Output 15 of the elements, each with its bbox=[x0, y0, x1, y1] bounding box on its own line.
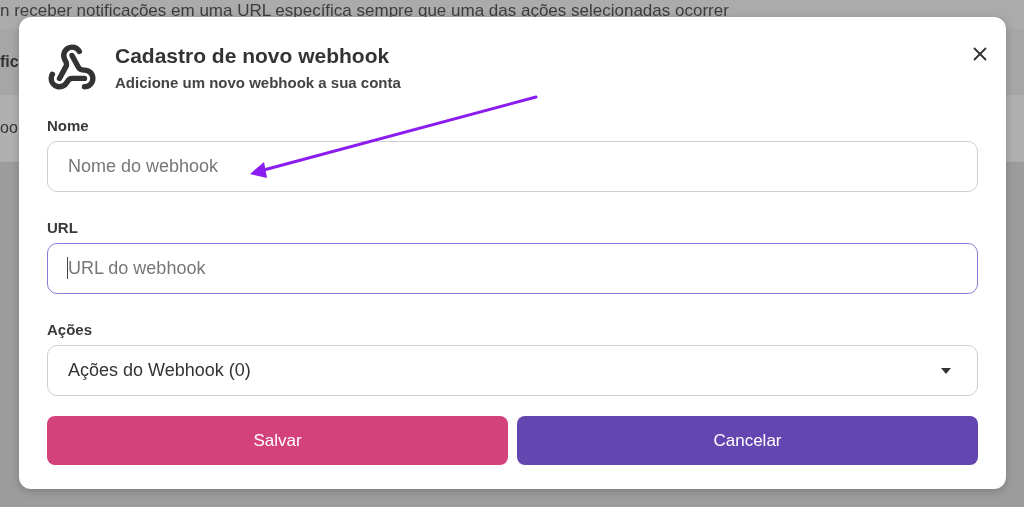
text-cursor bbox=[67, 257, 68, 279]
cancel-button[interactable]: Cancelar bbox=[517, 416, 978, 465]
select-field[interactable]: Ações do Webhook (0) bbox=[47, 345, 978, 396]
page-text: oo bbox=[0, 119, 18, 137]
field-label: URL bbox=[47, 219, 79, 236]
field-label: Ações bbox=[47, 321, 94, 338]
input-field[interactable]: Nome do webhook bbox=[47, 141, 978, 192]
dialog-title: Cadastro de novo webhook bbox=[115, 44, 391, 68]
field-label: Nome bbox=[47, 117, 90, 134]
dialog-subtitle: Adicione um novo webhook a sua conta bbox=[115, 74, 402, 91]
page-heading: fic bbox=[0, 53, 19, 71]
caret-down-icon bbox=[941, 367, 951, 374]
page-description: n receber notificações em uma URL específica sempre que uma das ações selecionadas ocorrer bbox=[0, 0, 730, 22]
input-field[interactable]: URL do webhook bbox=[47, 243, 978, 294]
save-button[interactable]: Salvar bbox=[47, 416, 508, 465]
